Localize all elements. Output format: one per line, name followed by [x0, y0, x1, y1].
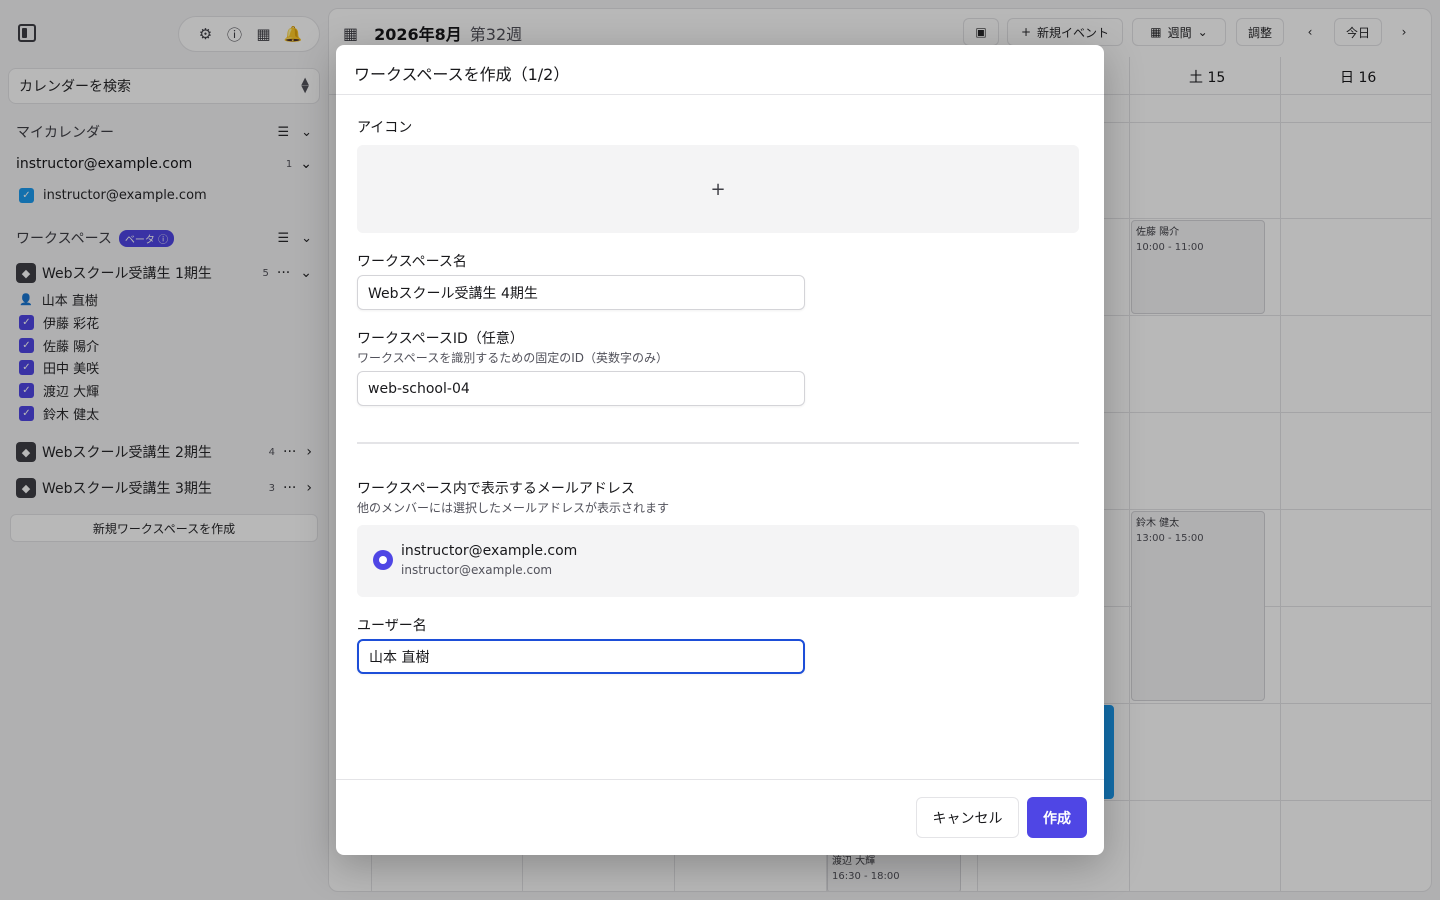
email-option-sub: instructor@example.com: [401, 563, 553, 577]
icon-label: アイコン: [357, 120, 413, 136]
email-label: ワークスペース内で表示するメールアドレス: [357, 481, 635, 497]
dialog-title: ワークスペースを作成（1/2）: [354, 65, 570, 84]
create-workspace-dialog: ワークスペースを作成（1/2） アイコン + ワークスペース名 ワークスペースI…: [336, 45, 1104, 855]
create-button[interactable]: 作成: [1027, 797, 1087, 838]
cancel-button[interactable]: キャンセル: [916, 797, 1019, 838]
workspace-id-field[interactable]: [357, 371, 805, 406]
section-divider: [357, 442, 1079, 444]
email-option[interactable]: instructor@example.com instructor@exampl…: [357, 525, 1079, 597]
workspace-name-label: ワークスペース名: [357, 254, 467, 270]
email-hint: 他のメンバーには選択したメールアドレスが表示されます: [357, 501, 670, 515]
plus-icon: +: [710, 178, 726, 200]
username-label: ユーザー名: [357, 618, 427, 634]
workspace-id-label: ワークスペースID（任意）: [357, 331, 524, 347]
icon-upload-area[interactable]: +: [357, 145, 1079, 233]
workspace-id-hint: ワークスペースを識別するための固定のID（英数字のみ）: [357, 351, 668, 365]
email-option-main: instructor@example.com: [401, 543, 578, 559]
username-field[interactable]: [357, 639, 805, 674]
radio-selected-icon[interactable]: [373, 550, 393, 570]
workspace-name-field[interactable]: [357, 275, 805, 310]
